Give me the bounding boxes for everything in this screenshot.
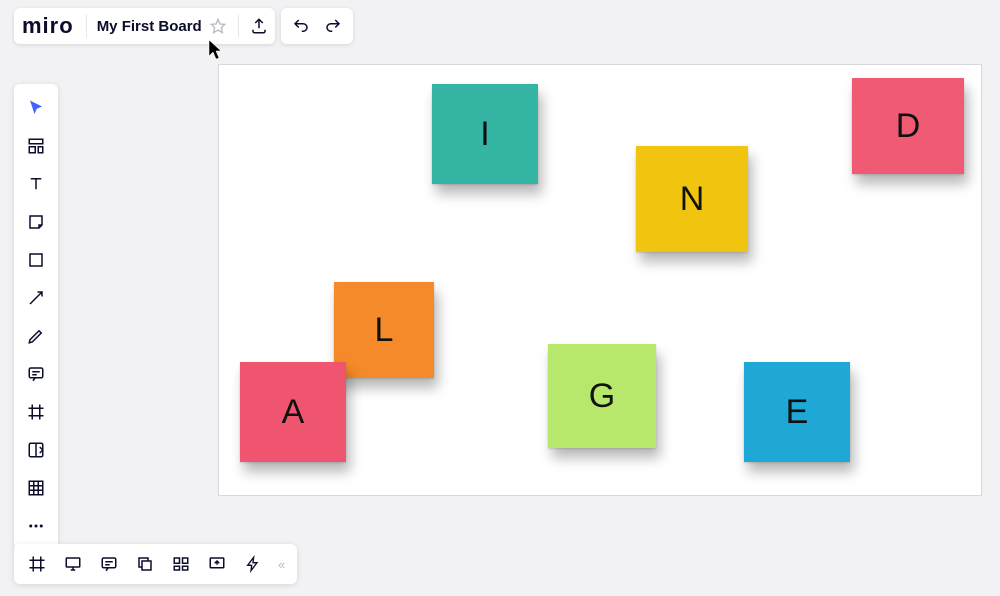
sticky-note[interactable]: E	[744, 362, 850, 462]
frames-panel[interactable]	[20, 547, 54, 581]
sticky-note[interactable]: D	[852, 78, 964, 174]
copy-mode[interactable]	[128, 547, 162, 581]
bolt-panel[interactable]	[236, 547, 270, 581]
pen-tool[interactable]	[18, 318, 54, 354]
app-logo[interactable]: miro	[14, 13, 86, 39]
header-divider	[238, 15, 239, 37]
star-icon[interactable]	[202, 10, 234, 42]
shape-tool[interactable]	[18, 242, 54, 278]
select-tool[interactable]	[18, 90, 54, 126]
sticky-note-tool[interactable]	[18, 204, 54, 240]
more-tool[interactable]	[18, 508, 54, 544]
share-screen[interactable]	[200, 547, 234, 581]
bottom-toolbar: «	[14, 544, 297, 584]
text-tool[interactable]	[18, 166, 54, 202]
board-title[interactable]: My First Board	[86, 14, 202, 38]
sticky-note[interactable]: I	[432, 84, 538, 184]
frame-tool[interactable]	[18, 394, 54, 430]
undo-icon[interactable]	[285, 10, 317, 42]
collapse-icon[interactable]: «	[272, 557, 291, 572]
sticky-note[interactable]: L	[334, 282, 434, 378]
sticky-note[interactable]: G	[548, 344, 656, 448]
sticky-note[interactable]: N	[636, 146, 748, 252]
templates-tool[interactable]	[18, 128, 54, 164]
comments-panel[interactable]	[92, 547, 126, 581]
comment-tool[interactable]	[18, 356, 54, 392]
line-tool[interactable]	[18, 280, 54, 316]
header-panel: miro My First Board	[14, 8, 275, 44]
undo-redo-panel	[281, 8, 353, 44]
export-icon[interactable]	[243, 10, 275, 42]
presentation-mode[interactable]	[56, 547, 90, 581]
vertical-toolbar	[14, 84, 58, 550]
table-tool[interactable]	[18, 470, 54, 506]
redo-icon[interactable]	[317, 10, 349, 42]
sticky-note[interactable]: A	[240, 362, 346, 462]
card-tool[interactable]	[18, 432, 54, 468]
activity-panel[interactable]	[164, 547, 198, 581]
